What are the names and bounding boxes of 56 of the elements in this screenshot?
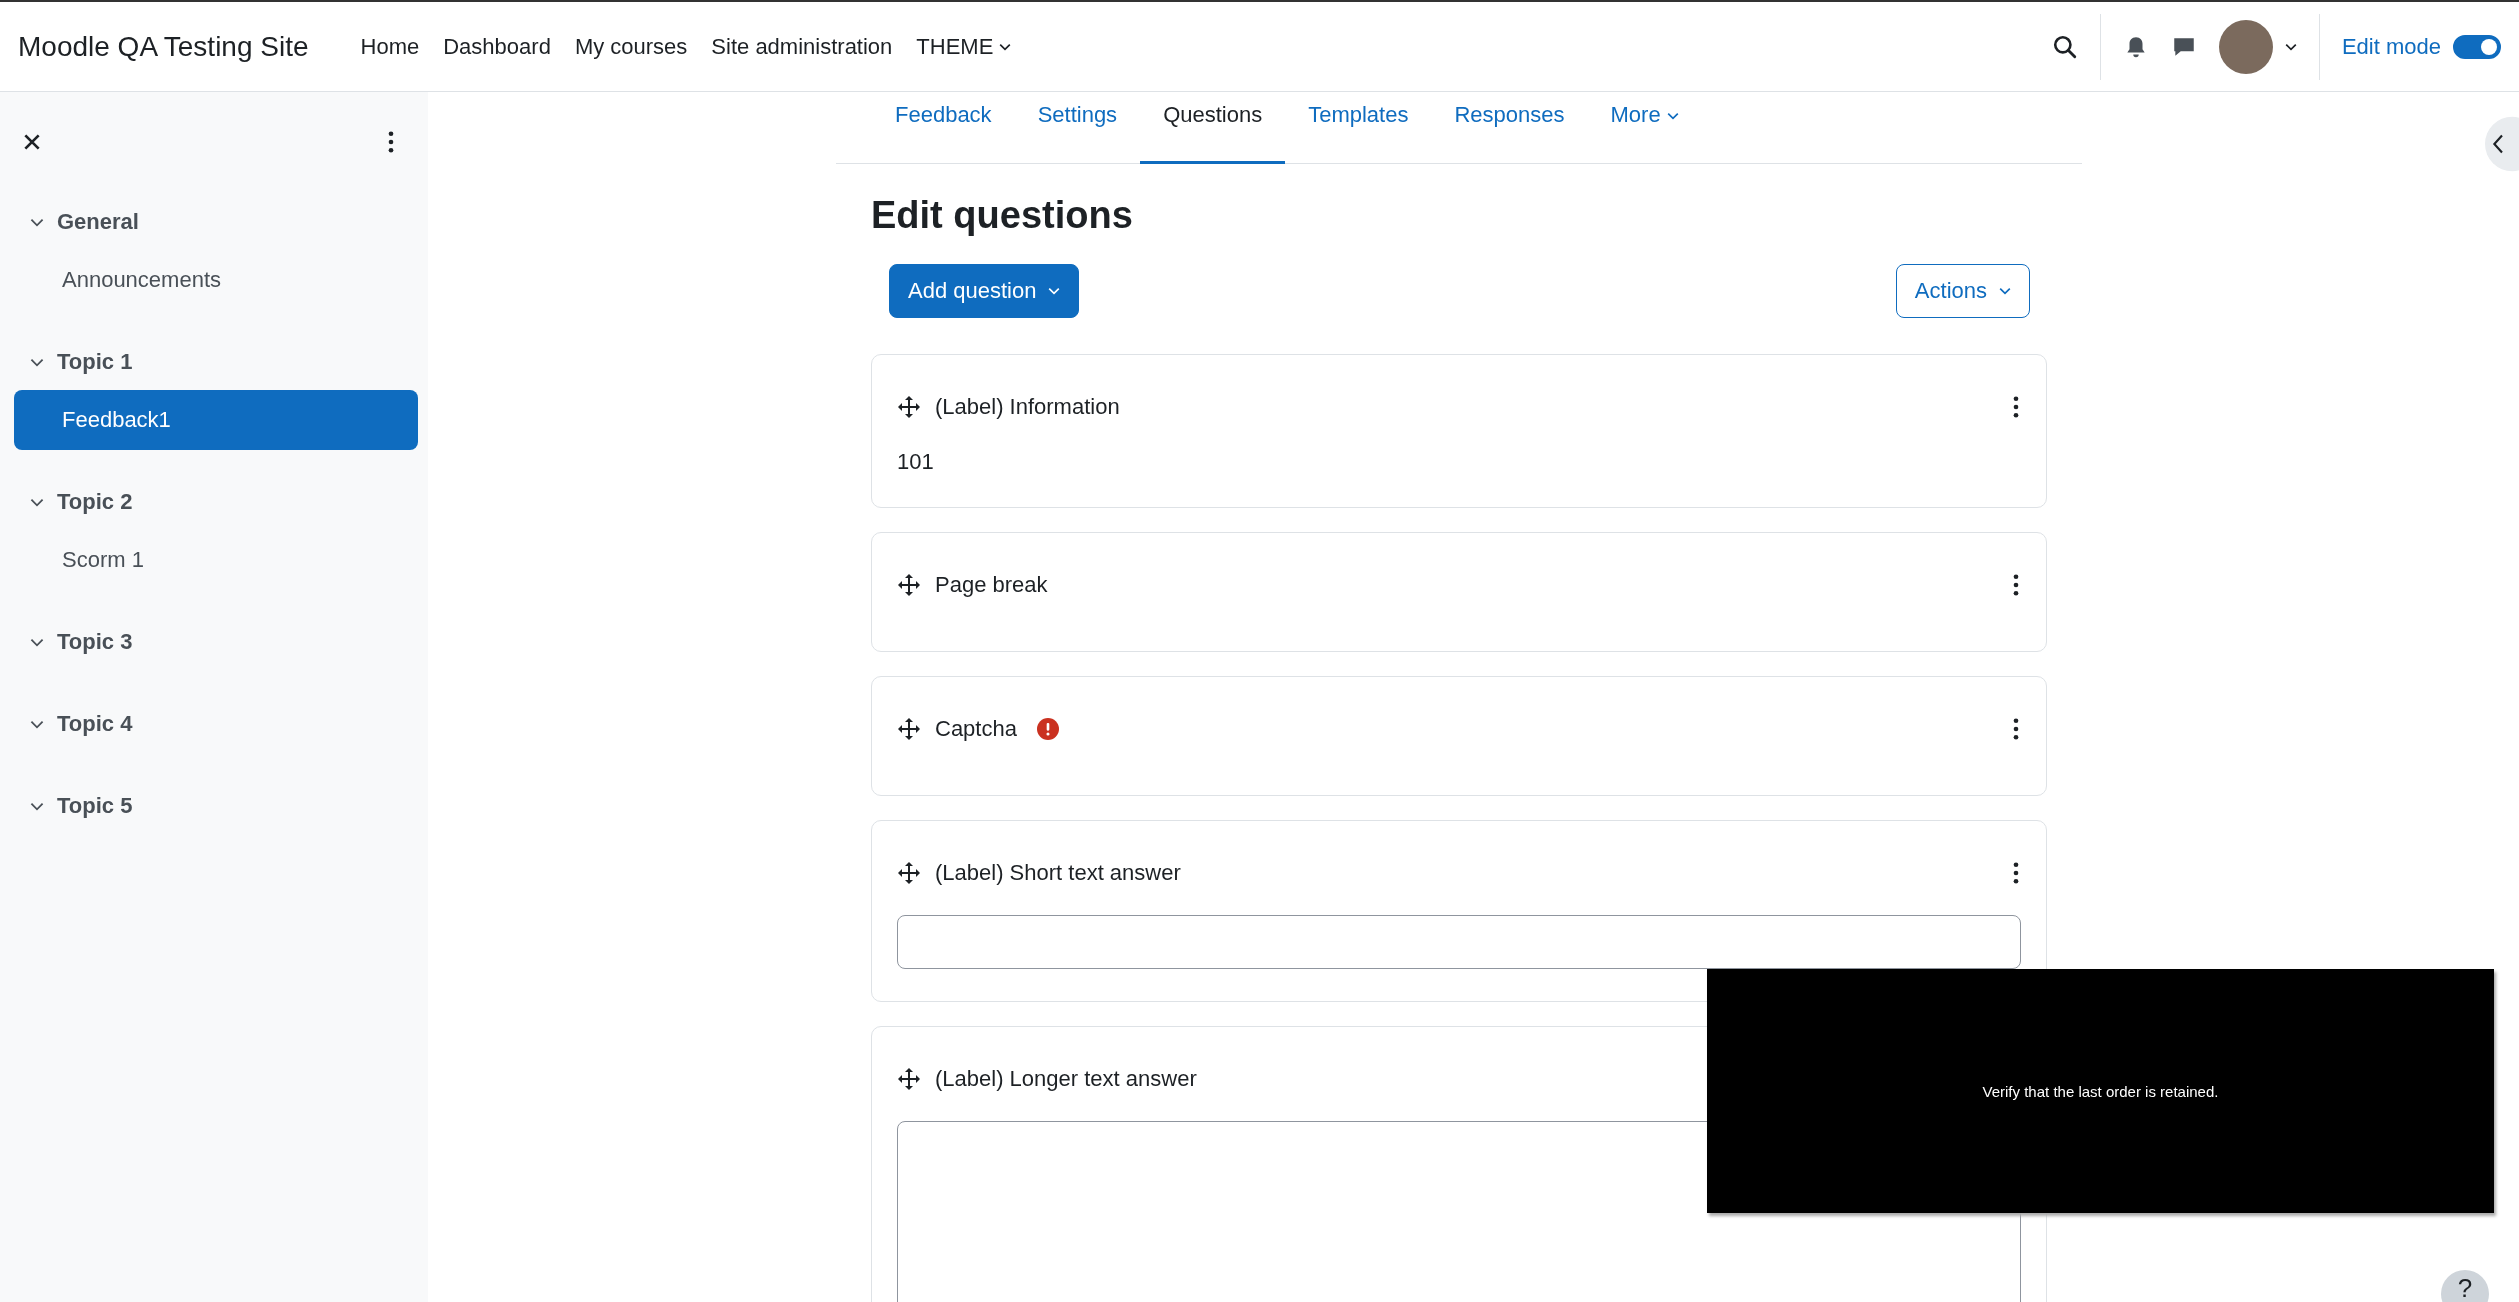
- move-icon[interactable]: [897, 861, 921, 885]
- question-title: (Label) Short text answer: [935, 860, 1181, 886]
- tab[interactable]: More: [1587, 92, 1702, 164]
- question-title: Captcha: [935, 716, 1017, 742]
- nav-link[interactable]: Dashboard: [443, 33, 551, 60]
- chevron-icon[interactable]: [30, 217, 44, 227]
- edit-mode-toggle[interactable]: [2453, 34, 2501, 59]
- search-icon[interactable]: [2051, 33, 2078, 60]
- nav-link[interactable]: Site administration: [711, 33, 893, 60]
- move-icon[interactable]: [897, 1067, 921, 1091]
- help-button[interactable]: ?: [2441, 1270, 2489, 1302]
- question-title: (Label) Information: [935, 394, 1120, 420]
- actions-button[interactable]: Actions: [1895, 264, 2030, 318]
- edit-mode-label: Edit mode: [2341, 33, 2441, 60]
- close-icon[interactable]: [24, 134, 40, 150]
- caret-icon[interactable]: [2284, 42, 2297, 51]
- more-options-icon[interactable]: [2013, 862, 2019, 884]
- chevron-icon[interactable]: [30, 497, 44, 507]
- tab[interactable]: Settings: [1014, 92, 1141, 164]
- caption-text: Verify that the last order is retained.: [1982, 1082, 2219, 1100]
- tab[interactable]: Questions: [1140, 92, 1286, 164]
- nav-link[interactable]: THEME: [916, 33, 1012, 60]
- label-text: 101: [897, 449, 935, 475]
- move-icon[interactable]: [897, 573, 921, 597]
- activity-link[interactable]: Announcements: [14, 250, 418, 310]
- activity-link[interactable]: Feedback1: [14, 390, 418, 450]
- add-question-button[interactable]: Add question: [889, 264, 1080, 318]
- site-name[interactable]: Moodle QA Testing Site: [18, 30, 309, 63]
- chevron-icon[interactable]: [30, 801, 44, 811]
- tab[interactable]: Responses: [1431, 92, 1588, 164]
- chevron-icon[interactable]: [30, 637, 44, 647]
- section-title[interactable]: Topic 3: [57, 629, 133, 655]
- question-title: (Label) Longer text answer: [935, 1066, 1197, 1092]
- section-title[interactable]: Topic 5: [57, 793, 133, 819]
- nav-link[interactable]: My courses: [574, 33, 688, 60]
- caret-icon: [1999, 287, 2011, 295]
- chevron-icon[interactable]: [30, 357, 44, 367]
- caret-icon: [1048, 287, 1061, 295]
- tab[interactable]: Templates: [1285, 92, 1432, 164]
- chevron-icon[interactable]: [30, 719, 44, 729]
- more-options-icon[interactable]: [2013, 574, 2019, 596]
- nav-link[interactable]: Home: [360, 33, 420, 60]
- move-icon[interactable]: [897, 717, 921, 741]
- input-field[interactable]: [897, 915, 2021, 969]
- section-title[interactable]: Topic 2: [57, 489, 133, 515]
- move-icon[interactable]: [897, 395, 921, 419]
- more-options-icon[interactable]: [2013, 718, 2019, 740]
- more-options-icon[interactable]: [2013, 396, 2019, 418]
- section-title[interactable]: General: [57, 209, 139, 235]
- page-heading: Edit questions: [871, 194, 1134, 237]
- section-title[interactable]: Topic 1: [57, 349, 133, 375]
- more-options-icon[interactable]: [388, 131, 394, 153]
- question-title: Page break: [935, 572, 1048, 598]
- activity-link[interactable]: Scorm 1: [14, 530, 418, 590]
- section-title[interactable]: Topic 4: [57, 711, 133, 737]
- tab[interactable]: Feedback: [872, 92, 1015, 164]
